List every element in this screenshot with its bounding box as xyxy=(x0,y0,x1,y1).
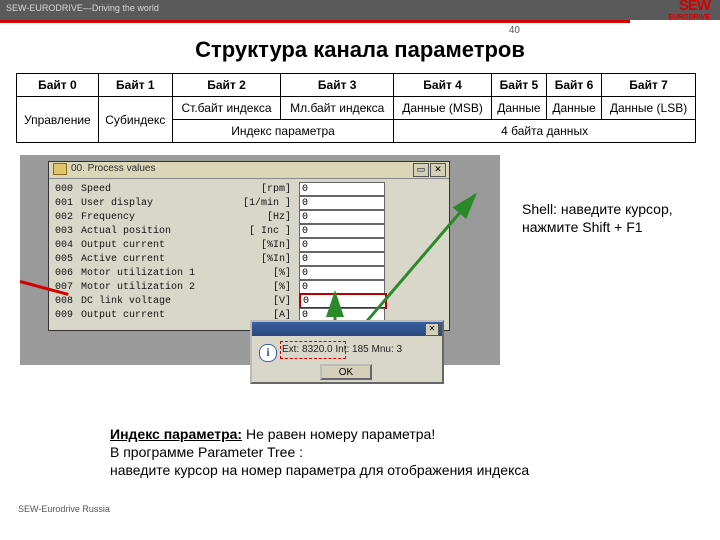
param-index: 006 xyxy=(55,268,81,279)
param-index: 009 xyxy=(55,310,81,321)
param-row: 003Actual position[ Inc ] xyxy=(55,224,443,238)
param-index: 002 xyxy=(55,212,81,223)
param-row: 006Motor utilization 1[%] xyxy=(55,266,443,280)
bottom-note: Индекс параметра: Не равен номеру параме… xyxy=(110,425,670,479)
page-number: 40 xyxy=(509,25,520,36)
param-name: Frequency xyxy=(81,212,231,223)
param-unit: [ Inc ] xyxy=(231,226,299,237)
info-dialog: ✕ i Ext: 8320.0 Int: 185 Mnu: 3 OK xyxy=(250,320,444,384)
table-row: Управление Субиндекс Ст.байт индекса Мл.… xyxy=(17,97,696,120)
td: Данные xyxy=(491,97,546,120)
param-index: 001 xyxy=(55,198,81,209)
param-row: 007Motor utilization 2[%] xyxy=(55,280,443,294)
param-list: 000Speed[rpm]001User display[1/min ]002F… xyxy=(49,179,449,325)
param-unit: [V] xyxy=(231,296,299,307)
th: Байт 0 xyxy=(17,74,99,97)
bottom-rest1: Не равен номеру параметра! xyxy=(242,426,435,442)
param-unit: [A] xyxy=(231,310,299,321)
td: Данные (MSB) xyxy=(394,97,492,120)
param-name: Output current xyxy=(81,310,231,321)
param-index: 000 xyxy=(55,184,81,195)
window-titlebar: 00. Process values ▭ ✕ xyxy=(49,162,449,179)
param-name: Speed xyxy=(81,184,231,195)
th: Байт 1 xyxy=(98,74,172,97)
param-row: 000Speed[rpm] xyxy=(55,182,443,196)
td: Данные xyxy=(546,97,601,120)
param-unit: [1/min ] xyxy=(231,198,299,209)
param-index: 005 xyxy=(55,254,81,265)
th: Байт 5 xyxy=(491,74,546,97)
th: Байт 2 xyxy=(172,74,280,97)
folder-icon xyxy=(53,163,67,175)
param-row: 001User display[1/min ] xyxy=(55,196,443,210)
param-row: 002Frequency[Hz] xyxy=(55,210,443,224)
bottom-lead: Индекс параметра: xyxy=(110,426,242,442)
top-tagline: SEW-EURODRIVE—Driving the world xyxy=(6,3,159,13)
info-icon: i xyxy=(259,344,277,362)
param-unit: [%In] xyxy=(231,254,299,265)
ok-button[interactable]: OK xyxy=(320,364,372,380)
td: Управление xyxy=(17,97,99,143)
param-name: User display xyxy=(81,198,231,209)
param-name: Active current xyxy=(81,254,231,265)
td: Индекс параметра xyxy=(172,120,393,143)
th: Байт 4 xyxy=(394,74,492,97)
close-button[interactable]: ✕ xyxy=(430,163,446,177)
param-row: 004Output current[%In] xyxy=(55,238,443,252)
shell-note: Shell: наведите курсор, нажмите Shift + … xyxy=(522,200,682,236)
param-value-input[interactable] xyxy=(299,182,385,196)
param-index: 008 xyxy=(55,296,81,307)
th: Байт 3 xyxy=(281,74,394,97)
param-value-input[interactable] xyxy=(299,280,385,294)
table-row: Байт 0 Байт 1 Байт 2 Байт 3 Байт 4 Байт … xyxy=(17,74,696,97)
highlight-box xyxy=(280,341,346,359)
footer-text: SEW-Eurodrive Russia xyxy=(18,504,110,514)
param-unit: [%] xyxy=(231,282,299,293)
param-value-input[interactable] xyxy=(299,196,385,210)
param-value-input[interactable] xyxy=(299,293,387,309)
param-row: 005Active current[%In] xyxy=(55,252,443,266)
param-unit: [rpm] xyxy=(231,184,299,195)
top-bar: SEW-EURODRIVE—Driving the world SEW EURO… xyxy=(0,0,720,20)
td: Ст.байт индекса xyxy=(172,97,280,120)
th: Байт 6 xyxy=(546,74,601,97)
param-value-input[interactable] xyxy=(299,238,385,252)
param-name: Actual position xyxy=(81,226,231,237)
td: Субиндекс xyxy=(98,97,172,143)
param-name: Motor utilization 1 xyxy=(81,268,231,279)
param-value-input[interactable] xyxy=(299,210,385,224)
param-value-input[interactable] xyxy=(299,252,385,266)
param-name: Motor utilization 2 xyxy=(81,282,231,293)
param-row: 008DC link voltage[V] xyxy=(55,294,443,308)
page-title: Структура канала параметров xyxy=(20,37,700,63)
param-index: 004 xyxy=(55,240,81,251)
dialog-close-button[interactable]: ✕ xyxy=(425,323,439,336)
bottom-line3: наведите курсор на номер параметра для о… xyxy=(110,462,529,478)
window-title: 00. Process values xyxy=(71,163,156,174)
byte-table: Байт 0 Байт 1 Байт 2 Байт 3 Байт 4 Байт … xyxy=(16,73,696,143)
param-unit: [Hz] xyxy=(231,212,299,223)
param-index: 003 xyxy=(55,226,81,237)
bottom-line2: В программе Parameter Tree : xyxy=(110,444,303,460)
td: Данные (LSB) xyxy=(602,97,696,120)
param-name: Output current xyxy=(81,240,231,251)
gray-panel: 00. Process values ▭ ✕ 000Speed[rpm]001U… xyxy=(20,155,500,365)
param-unit: [%In] xyxy=(231,240,299,251)
process-values-window: 00. Process values ▭ ✕ 000Speed[rpm]001U… xyxy=(48,161,450,331)
maximize-button[interactable]: ▭ xyxy=(413,163,429,177)
param-value-input[interactable] xyxy=(299,224,385,238)
th: Байт 7 xyxy=(602,74,696,97)
dialog-titlebar xyxy=(252,322,442,336)
param-value-input[interactable] xyxy=(299,266,385,280)
td: Мл.байт индекса xyxy=(281,97,394,120)
slide-body: 40 Структура канала параметров Байт 0 Ба… xyxy=(0,23,720,365)
td: 4 байта данных xyxy=(394,120,696,143)
param-unit: [%] xyxy=(231,268,299,279)
param-name: DC link voltage xyxy=(81,296,231,307)
brand-logo: SEW EURODRIVE xyxy=(668,0,710,24)
